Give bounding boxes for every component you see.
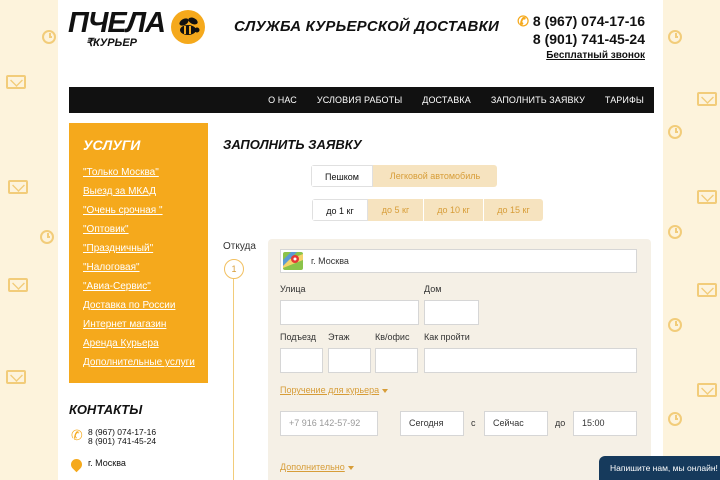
main-nav: О НАС УСЛОВИЯ РАБОТЫ ДОСТАВКА ЗАПОЛНИТЬ … (69, 87, 654, 113)
transport-walk-option[interactable]: Пешком (311, 165, 373, 187)
services-title: УСЛУГИ (83, 137, 141, 153)
service-link[interactable]: "Оптовик" (83, 220, 208, 239)
map-icon (283, 252, 303, 270)
contacts-title: КОНТАКТЫ (69, 402, 143, 417)
service-link[interactable]: Дополнительные услуги (83, 353, 208, 372)
clock-icon (668, 412, 682, 426)
service-link[interactable]: "Праздничный" (83, 239, 208, 258)
street-input[interactable] (280, 300, 419, 325)
weight-selector: до 1 кг до 5 кг до 10 кг до 15 кг (312, 199, 543, 221)
contact-city: г. Москва (88, 458, 126, 468)
apartment-input[interactable] (375, 348, 418, 373)
envelope-icon (697, 92, 717, 106)
envelope-icon (697, 383, 717, 397)
city-input[interactable]: г. Москва (280, 249, 637, 273)
logo-title: ПЧЕЛА (68, 7, 166, 39)
envelope-icon (8, 278, 28, 292)
service-link[interactable]: Выезд за МКАД (83, 182, 208, 201)
from-word: с (471, 418, 476, 428)
bee-icon (171, 10, 205, 44)
contact-phones: 8 (967) 074-17-16 8 (901) 741-45-24 (88, 428, 156, 446)
header-phone-2[interactable]: 8 (901) 741-45-24 (517, 30, 645, 48)
contact-phone-2[interactable]: 8 (901) 741-45-24 (88, 437, 156, 446)
service-link[interactable]: "Авиа-Сервис" (83, 277, 208, 296)
clock-icon (668, 30, 682, 44)
phone-icon: ✆ (71, 427, 83, 443)
to-word: до (555, 418, 566, 428)
phone-icon: ✆ (517, 13, 529, 29)
date-select[interactable]: Сегодня (400, 411, 464, 436)
courier-task-link[interactable]: Поручение для курьера (280, 385, 389, 395)
additional-link[interactable]: Дополнительно (280, 462, 354, 472)
floor-label: Этаж (328, 332, 350, 342)
logo[interactable]: ПЧЕЛА ₹КУРЬЕР (68, 7, 205, 49)
how-to-get-input[interactable] (424, 348, 637, 373)
envelope-icon (697, 190, 717, 204)
nav-item-tariffs[interactable]: ТАРИФЫ (605, 95, 644, 105)
time-to-select[interactable]: 15:00 (573, 411, 637, 436)
service-link[interactable]: "Только Москва" (83, 163, 208, 182)
services-panel: УСЛУГИ "Только Москва" Выезд за МКАД "Оч… (69, 123, 208, 383)
weight-10kg-option[interactable]: до 10 кг (424, 199, 484, 221)
services-list: "Только Москва" Выезд за МКАД "Очень сро… (83, 163, 208, 372)
step-line (233, 262, 234, 480)
step-number: 1 (224, 259, 244, 279)
transport-selector: Пешком Легковой автомобиль (311, 165, 497, 187)
service-link[interactable]: Аренда Курьера (83, 334, 208, 353)
house-label: Дом (424, 284, 442, 294)
free-call-link[interactable]: Бесплатный звонок (517, 50, 645, 61)
caret-down-icon (347, 465, 354, 470)
location-pin-icon (68, 456, 85, 473)
time-from-select[interactable]: Сейчас (484, 411, 548, 436)
from-label: Откуда (223, 241, 256, 252)
clock-icon (40, 230, 54, 244)
service-link[interactable]: Интернет магазин (83, 315, 208, 334)
header-phone-1[interactable]: ✆ 8 (967) 074-17-16 (517, 12, 645, 30)
envelope-icon (697, 283, 717, 297)
entrance-input[interactable] (280, 348, 323, 373)
service-link[interactable]: Доставка по России (83, 296, 208, 315)
weight-1kg-option[interactable]: до 1 кг (312, 199, 368, 221)
service-link[interactable]: "Очень срочная " (83, 201, 208, 220)
street-label: Улица (280, 284, 306, 294)
header-phones: ✆ 8 (967) 074-17-16 8 (901) 741-45-24 Бес… (517, 12, 645, 61)
clock-icon (668, 125, 682, 139)
transport-car-option[interactable]: Легковой автомобиль (373, 165, 497, 187)
clock-icon (668, 225, 682, 239)
weight-15kg-option[interactable]: до 15 кг (484, 199, 543, 221)
weight-5kg-option[interactable]: до 5 кг (368, 199, 424, 221)
logo-subtitle: ₹КУРЬЕР (86, 37, 138, 49)
phone-input[interactable]: +7 916 142-57-92 (280, 411, 378, 436)
page-title: ЗАПОЛНИТЬ ЗАЯВКУ (223, 137, 362, 152)
apartment-label: Кв/офис (375, 332, 410, 342)
chat-widget[interactable]: Напишите нам, мы онлайн! (599, 456, 720, 480)
envelope-icon (8, 180, 28, 194)
service-title: СЛУЖБА КУРЬЕРСКОЙ ДОСТАВКИ (234, 18, 499, 35)
entrance-label: Подъезд (280, 332, 316, 342)
envelope-icon (6, 75, 26, 89)
clock-icon (42, 30, 56, 44)
caret-down-icon (382, 388, 389, 393)
nav-item-delivery[interactable]: ДОСТАВКА (422, 95, 471, 105)
city-value: г. Москва (311, 256, 349, 266)
nav-item-terms[interactable]: УСЛОВИЯ РАБОТЫ (317, 95, 402, 105)
floor-input[interactable] (328, 348, 371, 373)
house-input[interactable] (424, 300, 479, 325)
page-container: ПЧЕЛА ₹КУРЬЕР СЛУЖБА КУРЬЕРСКОЙ ДОСТАВКИ… (58, 0, 663, 480)
service-link[interactable]: "Налоговая" (83, 258, 208, 277)
nav-item-about[interactable]: О НАС (268, 95, 297, 105)
clock-icon (668, 318, 682, 332)
nav-item-order[interactable]: ЗАПОЛНИТЬ ЗАЯВКУ (491, 95, 585, 105)
envelope-icon (6, 370, 26, 384)
how-to-get-label: Как пройти (424, 332, 470, 342)
